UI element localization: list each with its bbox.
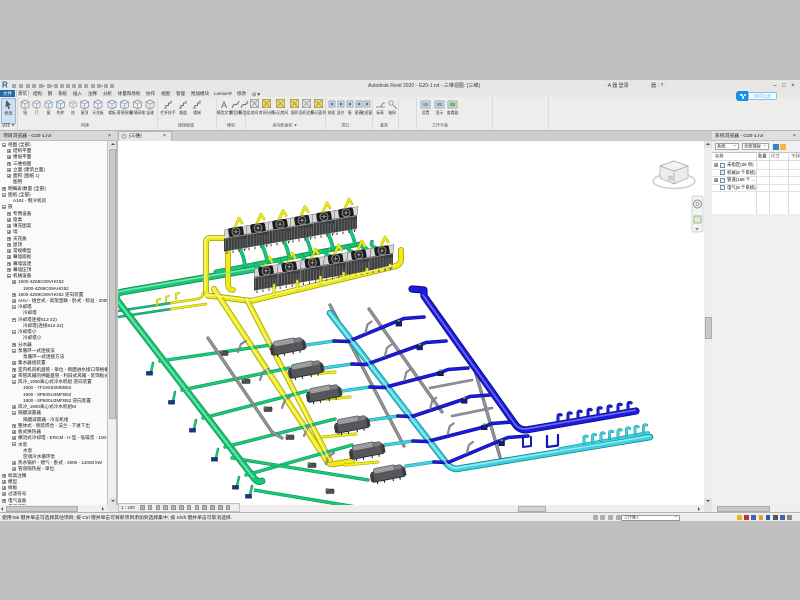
svg-text:前: 前: [668, 175, 673, 182]
svg-text:A: A: [221, 100, 227, 110]
